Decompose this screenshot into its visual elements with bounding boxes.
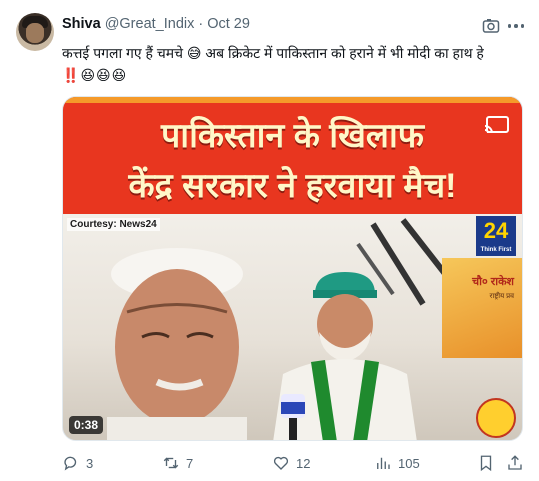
views-button[interactable]: 105 (374, 452, 420, 474)
double-exclamation: ‼️ (62, 67, 81, 83)
reply-count: 3 (86, 455, 94, 471)
bookmark-icon (480, 455, 492, 472)
news24-logo: 24 Think First (476, 216, 516, 256)
video-player[interactable]: पाकिस्तान के खिलाफ केंद्र सरकार ने हरवाय… (62, 96, 523, 441)
courtesy-label: Courtesy: News24 (67, 218, 160, 231)
grok-icon[interactable] (482, 18, 500, 34)
corner-logo (476, 398, 516, 438)
retweet-count: 7 (186, 455, 194, 471)
views-count: 105 (398, 455, 420, 471)
banner-headline-1: पाकिस्तान के खिलाफ (160, 117, 424, 155)
poster-subtitle: राष्ट्रीय प्रव (489, 293, 514, 300)
like-icon (273, 456, 289, 470)
share-icon (508, 455, 522, 470)
more-icon[interactable] (506, 20, 526, 32)
share-button[interactable] (506, 452, 524, 474)
avatar[interactable] (16, 13, 54, 51)
tweet-text-line2: ‼️😆😆😆 (62, 64, 522, 86)
author-handle[interactable]: @Great_Indix (105, 16, 195, 32)
poster-name: चौ० राकेश (472, 276, 514, 288)
separator-dot: · (198, 16, 204, 32)
poster-panel (442, 258, 522, 358)
laughing-emojis: 😆😆😆 (80, 67, 128, 83)
speaker-figure (273, 272, 417, 440)
bookmark-button[interactable] (477, 452, 495, 474)
retweet-icon (163, 457, 179, 469)
cast-icon[interactable] (484, 115, 510, 135)
tweet-date[interactable]: Oct 29 (207, 16, 250, 32)
reply-button[interactable]: 3 (62, 452, 93, 474)
retweet-button[interactable]: 7 (162, 452, 193, 474)
author-name[interactable]: Shiva (62, 16, 101, 32)
action-bar: 3 7 12 105 (62, 452, 532, 474)
views-icon (377, 457, 390, 469)
tweet-header: Shiva @Great_Indix · Oct 29 (62, 14, 250, 34)
like-button[interactable]: 12 (272, 452, 310, 474)
tweet-text-line1: कत्तई पगला गए हैं चमचे 😅 अब क्रिकेट में … (62, 45, 484, 61)
tweet-text: कत्तई पगला गए हैं चमचे 😅 अब क्रिकेट में … (62, 42, 522, 86)
video-duration: 0:38 (69, 416, 104, 434)
banner-headline-2: केंद्र सरकार ने हरवाया मैच! (128, 167, 457, 205)
reply-icon (64, 456, 77, 471)
tweet[interactable]: Shiva @Great_Indix · Oct 29 कत्तई पगला ग… (0, 0, 539, 481)
microphone (281, 394, 305, 440)
video-banner: पाकिस्तान के खिलाफ केंद्र सरकार ने हरवाय… (63, 97, 522, 214)
like-count: 12 (296, 455, 311, 471)
video-frame: 24Think First चौ० राकेश राष्ट्रीय प्रव (63, 214, 522, 440)
